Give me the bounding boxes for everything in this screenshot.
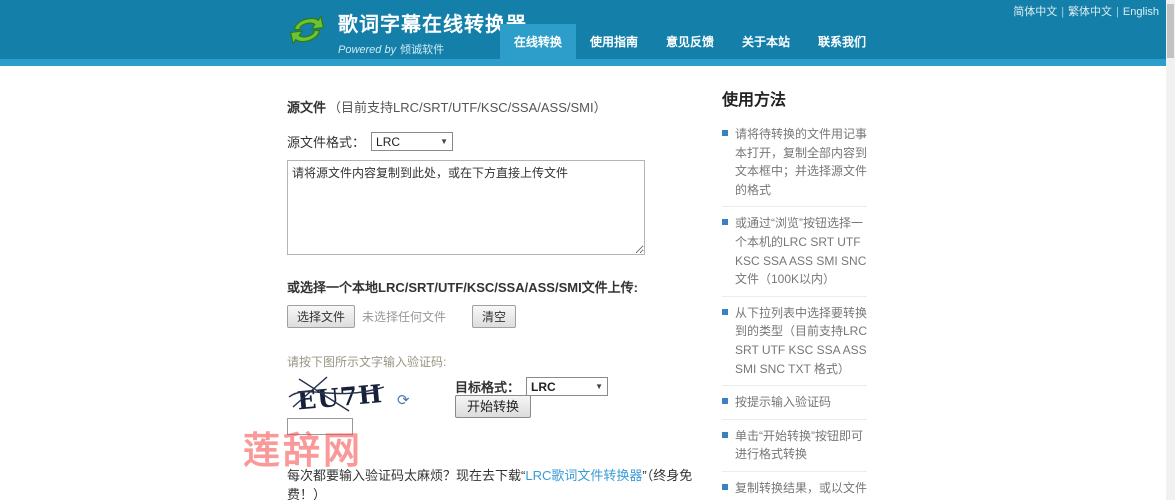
usage-item-text: 单击“开始转换”按钮即可进行格式转换	[735, 428, 863, 462]
source-format-label: 源文件格式：	[287, 135, 366, 150]
usage-list: 请将待转换的文件用记事本打开，复制全部内容到文本框中；并选择源文件的格式 或通过…	[722, 118, 867, 500]
list-item: 或通过“浏览”按钮选择一个本机的LRC SRT UTF KSC SSA ASS …	[722, 207, 867, 297]
list-item: 单击“开始转换”按钮即可进行格式转换	[722, 420, 867, 472]
language-bar: 简体中文 | 繁体中文 | English	[1013, 3, 1159, 19]
main-nav: 在线转换 使用指南 意见反馈 关于本站 联系我们	[499, 24, 880, 59]
source-label: 源文件	[287, 100, 327, 115]
lang-separator: |	[1061, 6, 1065, 18]
target-format-label: 目标格式：	[455, 380, 521, 395]
promo-text-before: 每次都要输入验证码太麻烦？现在去下载“	[287, 467, 526, 483]
list-item: 从下拉列表中选择要转换到的类型（目前支持LRC SRT UTF KSC SSA …	[722, 297, 868, 387]
list-item: 按提示输入验证码	[722, 386, 867, 420]
nav-tab-about[interactable]: 关于本站	[728, 24, 804, 59]
site-header: 简体中文 | 繁体中文 | English 歌词字幕在线转换器 Powered by 倾诚…	[0, 0, 1175, 59]
powered-by-prefix: Powered by	[338, 44, 397, 56]
brand-block: 歌词字幕在线转换器 Powered by 倾诚软件	[338, 8, 527, 57]
captcha-input[interactable]	[287, 418, 353, 435]
captcha-image: EU7H	[288, 376, 385, 415]
bullet-icon	[722, 130, 728, 136]
list-item: 请将待转换的文件用记事本打开，复制全部内容到文本框中；并选择源文件的格式	[722, 118, 868, 208]
powered-by-name: 倾诚软件	[400, 44, 445, 56]
sync-arrows-logo-icon	[290, 15, 324, 45]
target-format-select[interactable]: LRC ▼	[526, 377, 609, 396]
bullet-icon	[722, 398, 728, 405]
usage-item-text: 复制转换结果，或以文件形式下载	[735, 480, 868, 500]
captcha-prompt: 请按下图所示文字输入验证码:	[287, 355, 447, 369]
usage-item-text: 请将待转换的文件用记事本打开，复制全部内容到文本框中；并选择源文件的格式	[735, 127, 868, 197]
lang-separator: |	[1116, 6, 1119, 18]
lrc-converter-download-link[interactable]: LRC歌词文件转换器	[525, 468, 642, 483]
bullet-icon	[722, 431, 728, 438]
refresh-captcha-icon[interactable]: ⟳	[397, 391, 410, 409]
source-format-select[interactable]: LRC ▼	[371, 132, 454, 151]
usage-heading: 使用方法	[722, 92, 787, 109]
sidebar: 使用方法 请将待转换的文件用记事本打开，复制全部内容到文本框中；并选择源文件的格…	[722, 66, 867, 500]
usage-item-text: 或通过“浏览”按钮选择一个本机的LRC SRT UTF KSC SSA ASS …	[735, 216, 867, 287]
lang-traditional-chinese[interactable]: 繁体中文	[1068, 6, 1112, 18]
powered-by: Powered by 倾诚软件	[338, 41, 527, 57]
source-format-value: LRC	[376, 134, 401, 149]
nav-tab-user-guide[interactable]: 使用指南	[576, 24, 652, 59]
choose-file-button[interactable]: 选择文件	[287, 305, 356, 328]
source-format-hint: （目前支持LRC/SRT/UTF/KSC/SSA/ASS/SMI）	[328, 100, 607, 115]
bullet-icon	[722, 483, 728, 490]
no-file-selected-text: 未选择任何文件	[362, 310, 447, 324]
lang-english[interactable]: English	[1123, 6, 1159, 18]
source-content-textarea[interactable]: 请将源文件内容复制到此处，或在下方直接上传文件	[287, 160, 645, 255]
target-format-value: LRC	[531, 379, 556, 394]
site-title: 歌词字幕在线转换器	[338, 14, 527, 36]
chevron-down-icon: ▼	[440, 137, 449, 146]
start-convert-button[interactable]: 开始转换	[455, 395, 532, 418]
bullet-icon	[722, 308, 728, 315]
usage-item-text: 从下拉列表中选择要转换到的类型（目前支持LRC SRT UTF KSC SSA …	[735, 305, 868, 376]
promo-line: 每次都要输入验证码太麻烦？现在去下载“LRC歌词文件转换器”（终身免费！）	[287, 465, 705, 500]
scrollbar-track[interactable]	[1166, 0, 1175, 500]
list-item: 复制转换结果，或以文件形式下载	[722, 472, 867, 500]
captcha-text: EU7H	[296, 379, 384, 415]
clear-button[interactable]: 清空	[472, 305, 517, 328]
upload-section-title: 或选择一个本地LRC/SRT/UTF/KSC/SSA/ASS/SMI文件上传:	[287, 280, 639, 295]
lang-simplified-chinese[interactable]: 简体中文	[1013, 6, 1057, 18]
usage-item-text: 按提示输入验证码	[735, 395, 832, 410]
header-accent-strip	[0, 59, 1175, 66]
bullet-icon	[722, 219, 728, 226]
nav-tab-feedback[interactable]: 意见反馈	[652, 24, 728, 59]
nav-tab-contact[interactable]: 联系我们	[804, 24, 880, 59]
chevron-down-icon: ▼	[595, 382, 604, 391]
converter-form: 源文件 （目前支持LRC/SRT/UTF/KSC/SSA/ASS/SMI） 源文件…	[268, 66, 705, 500]
source-section-title: 源文件 （目前支持LRC/SRT/UTF/KSC/SSA/ASS/SMI）	[287, 97, 705, 116]
scrollbar-thumb[interactable]	[1167, 4, 1174, 58]
nav-tab-online-convert[interactable]: 在线转换	[499, 24, 576, 59]
